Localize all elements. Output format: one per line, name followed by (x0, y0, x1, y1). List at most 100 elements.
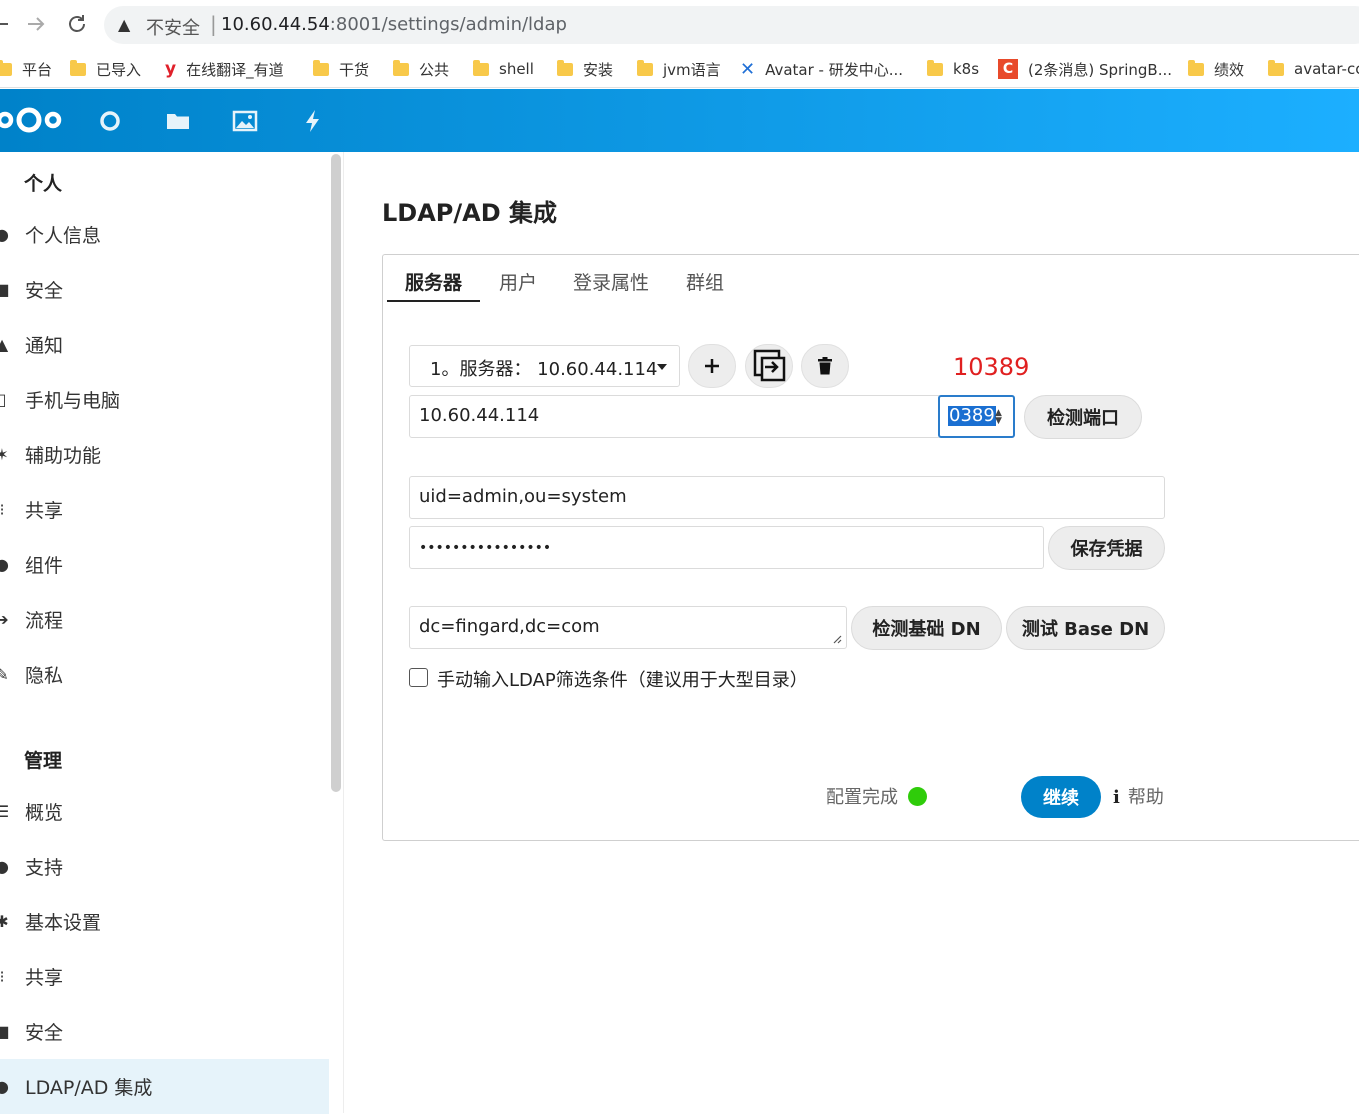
sidebar-item-privacy[interactable]: ✎ 隐私 (0, 647, 329, 702)
test-base-dn-button[interactable]: 测试 Base DN (1006, 606, 1165, 650)
bookmark-jvm[interactable]: jvm语言 (637, 50, 721, 87)
bookmark-install[interactable]: 安装 (557, 50, 613, 87)
activity-lightning-icon[interactable] (300, 109, 326, 133)
help-link[interactable]: i 帮助 (1113, 783, 1164, 809)
ldap-user-icon: ● (0, 1077, 9, 1096)
bookmark-pingtai[interactable]: 平台 (0, 50, 53, 87)
password-input[interactable]: •••••••••••••••• (409, 526, 1044, 569)
detect-base-dn-button[interactable]: 检测基础 DN (851, 606, 1002, 650)
app-header (0, 89, 1359, 152)
bookmark-k8s[interactable]: k8s (927, 50, 980, 87)
folder-icon (1188, 59, 1204, 76)
bookmark-label: 平台 (22, 60, 53, 79)
bookmark-avatar-cc[interactable]: avatar-cc (1268, 50, 1359, 87)
sidebar-item-security[interactable]: ■ 安全 (0, 262, 329, 317)
user-dn-input[interactable]: uid=admin,ou=system (409, 476, 1165, 519)
sidebar-item-label: 共享 (25, 967, 64, 989)
port-annotation: 10389 (953, 353, 1030, 381)
address-bar[interactable]: ▲ 不安全 | 10.60.44.54:8001/settings/admin/… (104, 6, 1359, 44)
tab-users[interactable]: 用户 (499, 268, 537, 295)
sidebar-item-support[interactable]: ● 支持 (0, 839, 329, 894)
copy-server-button[interactable] (745, 344, 793, 388)
add-server-button[interactable] (688, 344, 736, 388)
bookmark-label: Avatar - 研发中心... (765, 60, 904, 79)
dashboard-icon[interactable] (97, 109, 123, 133)
devices-icon: ▯ (0, 390, 7, 409)
photos-icon[interactable] (232, 109, 258, 133)
sidebar-item-notifications[interactable]: ▲ 通知 (0, 317, 329, 372)
csdn-icon: C (998, 59, 1018, 79)
bookmark-label: 在线翻译_有道 (186, 60, 284, 79)
reload-icon[interactable] (65, 12, 89, 36)
host-input[interactable]: 10.60.44.114 (409, 395, 941, 438)
bookmark-avatar[interactable]: ✕ Avatar - 研发中心... (740, 50, 904, 87)
bookmark-public[interactable]: 公共 (393, 50, 450, 87)
port-input[interactable]: 0389 ▲ ▼ (938, 395, 1015, 438)
folder-icon (313, 59, 329, 76)
folder-icon (637, 59, 653, 76)
lock-icon: ■ (0, 1022, 10, 1041)
manual-filter-label[interactable]: 手动输入LDAP筛选条件（建议用于大型目录） (437, 666, 808, 692)
confluence-icon: ✕ (740, 58, 756, 80)
settings-icon: ✱ (0, 912, 9, 931)
port-spinner-icon[interactable]: ▲ ▼ (995, 409, 1002, 426)
detect-port-button[interactable]: 检测端口 (1024, 395, 1142, 439)
status-ok-icon (908, 787, 927, 806)
forward-arrow-icon[interactable] (24, 12, 48, 36)
sidebar-item-basic-settings[interactable]: ✱ 基本设置 (0, 894, 329, 949)
bookmark-label: (2条消息) SpringB... (1028, 60, 1173, 79)
tab-server[interactable]: 服务器 (405, 268, 462, 295)
back-arrow-icon[interactable] (0, 12, 12, 36)
bookmark-shell[interactable]: shell (473, 50, 534, 87)
server-select[interactable]: 1。服务器： 10.60.44.114 (409, 345, 680, 387)
sidebar-item-label: 个人信息 (25, 225, 102, 247)
delete-server-button[interactable] (801, 344, 849, 388)
list-icon: ☰ (0, 802, 10, 821)
admin-heading: 管理 (24, 750, 63, 772)
sidebar-scrollbar-thumb[interactable] (331, 154, 341, 792)
share-icon: ⁝ (0, 967, 10, 986)
sidebar-item-groupware[interactable]: ● 组件 (0, 537, 329, 592)
bookmark-label: 干货 (339, 60, 370, 79)
sidebar-item-accessibility[interactable]: ✶ 辅助功能 (0, 427, 329, 482)
sidebar-item-label: 支持 (25, 857, 64, 879)
sidebar-item-devices[interactable]: ▯ 手机与电脑 (0, 372, 329, 427)
bookmark-label: shell (499, 60, 534, 78)
resize-handle-icon[interactable] (832, 634, 842, 644)
sidebar-item-overview[interactable]: ☰ 概览 (0, 784, 329, 839)
help-label: 帮助 (1127, 787, 1164, 808)
bookmark-label: jvm语言 (663, 60, 721, 79)
files-folder-icon[interactable] (165, 109, 191, 133)
sidebar-item-ldap[interactable]: ● LDAP/AD 集成 (0, 1059, 329, 1114)
sidebar-item-label: 组件 (25, 555, 64, 577)
folder-icon (0, 59, 12, 76)
sidebar-item-flow[interactable]: ➔ 流程 (0, 592, 329, 647)
sidebar-item-personal-info[interactable]: ● 个人信息 (0, 207, 329, 262)
manual-filter-checkbox[interactable] (409, 668, 428, 687)
bookmark-label: 公共 (419, 60, 450, 79)
lock-icon: ■ (0, 280, 10, 299)
bookmark-performance[interactable]: 绩效 (1188, 50, 1244, 87)
bookmark-youdao[interactable]: y 在线翻译_有道 (165, 50, 284, 87)
bookmark-imported[interactable]: 已导入 (70, 50, 141, 87)
share-icon: ⁝ (0, 500, 10, 519)
sidebar-item-admin-sharing[interactable]: ⁝ 共享 (0, 949, 329, 1004)
user-icon: ● (0, 225, 9, 244)
folder-icon (927, 59, 943, 76)
personal-heading: 个人 (24, 173, 63, 195)
nextcloud-logo-icon[interactable] (0, 105, 64, 135)
sidebar-item-admin-security[interactable]: ■ 安全 (0, 1004, 329, 1059)
bookmark-ganhuo[interactable]: 干货 (313, 50, 370, 87)
active-tab-indicator (387, 300, 480, 302)
tab-login-attributes[interactable]: 登录属性 (573, 268, 649, 295)
sidebar-item-label: 辅助功能 (25, 445, 102, 467)
sidebar-item-sharing[interactable]: ⁝ 共享 (0, 482, 329, 537)
continue-button[interactable]: 继续 (1021, 776, 1101, 818)
youdao-icon: y (165, 59, 177, 79)
save-credentials-button[interactable]: 保存凭据 (1048, 526, 1165, 570)
bookmark-csdn[interactable]: C (2条消息) SpringB... (998, 50, 1173, 87)
base-dn-textarea[interactable]: dc=fingard,dc=com (409, 606, 847, 649)
tab-groups[interactable]: 群组 (686, 268, 724, 295)
bookmarks-bar: 平台 已导入 y 在线翻译_有道 干货 公共 shell 安装 jvm语言 ✕ Av… (0, 50, 1359, 88)
bookmark-label: k8s (953, 60, 980, 78)
